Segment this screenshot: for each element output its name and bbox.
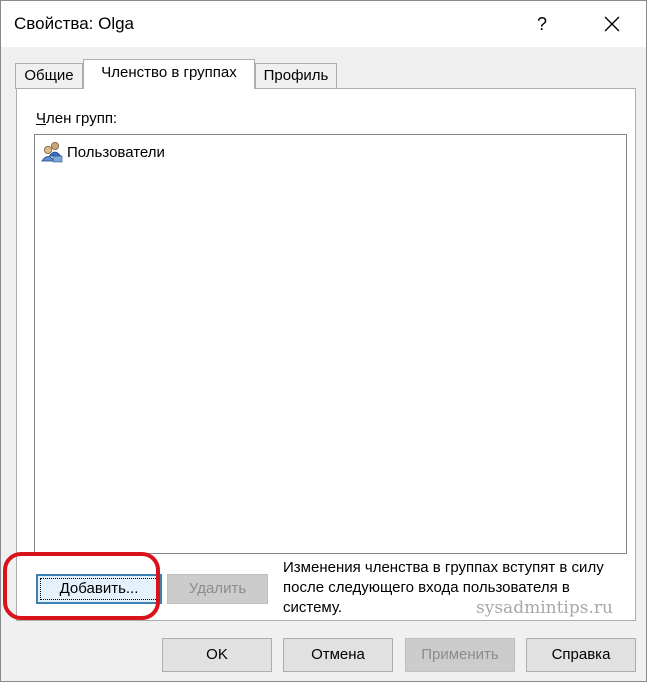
list-item[interactable]: Пользователи [41, 141, 165, 163]
ok-button[interactable]: OK [162, 638, 272, 672]
properties-dialog: Свойства: Olga ? Общие Членство в группа… [0, 0, 647, 682]
apply-button[interactable]: Применить [405, 638, 515, 672]
watermark: sysadmintips.ru [476, 598, 613, 618]
focus-rectangle [40, 578, 158, 600]
group-membership-panel: Член групп: Пользователи Добавить... Уда… [16, 88, 636, 621]
remove-button[interactable]: Удалить [167, 574, 268, 604]
add-button[interactable]: Добавить... [36, 574, 162, 604]
member-of-label: Член групп: [36, 110, 117, 127]
close-button[interactable] [581, 1, 643, 47]
groups-list[interactable]: Пользователи [34, 134, 627, 554]
help-button[interactable]: Справка [526, 638, 636, 672]
tab-group-membership[interactable]: Членство в группах [83, 59, 255, 89]
tab-general[interactable]: Общие [15, 63, 83, 89]
list-item-label: Пользователи [67, 143, 165, 161]
question-mark-icon: ? [536, 14, 547, 34]
cancel-button[interactable]: Отмена [283, 638, 393, 672]
users-group-icon [41, 141, 63, 163]
window-title: Свойства: Olga [14, 14, 135, 33]
tab-profile[interactable]: Профиль [255, 63, 337, 89]
member-of-label-text: лен групп: [46, 110, 118, 127]
member-of-label-accelerator: Ч [36, 110, 46, 127]
title-bar: Свойства: Olga ? [1, 1, 646, 47]
help-title-button[interactable]: ? [511, 1, 573, 47]
close-icon [604, 16, 620, 32]
